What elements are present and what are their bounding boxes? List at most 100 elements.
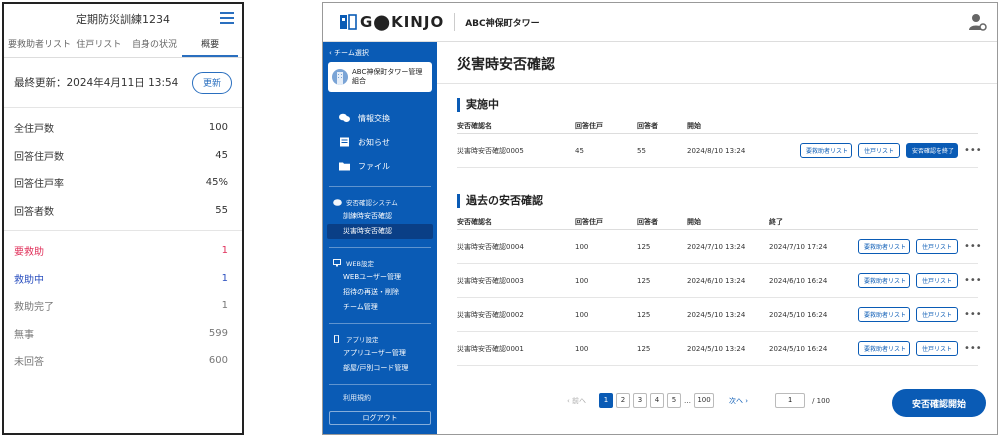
unit-list-button[interactable]: 住戸リスト [916,239,958,254]
stat-row: 回答者数 55 [4,197,242,225]
column-header: 開始 [687,121,701,130]
status-label: 救助中 [14,274,44,286]
cell-respondents: 125 [637,310,651,319]
row-actions: 要救助者リスト 住戸リスト ••• [858,239,982,254]
sidebar-item-notices[interactable]: お知らせ [323,130,437,154]
rescue-list-button[interactable]: 要救助者リスト [858,341,910,356]
section-title-past: 過去の安否確認 [457,194,997,208]
more-options-icon[interactable]: ••• [964,309,982,320]
tab-overview[interactable]: 概要 [182,34,238,57]
logout-button[interactable]: ログアウト [329,411,431,425]
cell-responded-units: 100 [575,242,589,251]
column-header: 安否確認名 [457,217,492,226]
row-actions: 要救助者リスト 住戸リスト ••• [858,273,982,288]
tab-rescue-list[interactable]: 要救助者リスト [8,34,71,57]
sidebar-item-drill-safety[interactable]: 訓練時安否確認 [323,209,437,224]
desktop-screen: G⬤KINJO ABC神保町タワー ‹ チーム選択 ABC神保町タワー管理組合 … [322,2,998,435]
team-name: ABC神保町タワー管理組合 [352,68,423,85]
tab-my-status[interactable]: 自身の状況 [127,34,183,57]
team-select-link[interactable]: ‹ チーム選択 [323,42,437,62]
group-app-settings: アプリ設定 [323,332,437,346]
prev-page-link[interactable]: ‹ 前へ [567,396,586,406]
sidebar-item-files[interactable]: ファイル [323,154,437,178]
cell-name: 災害時安否確認0001 [457,344,524,353]
sidebar-item-invites[interactable]: 招待の再送・削除 [323,285,437,300]
more-options-icon[interactable]: ••• [964,343,982,354]
stat-value: 55 [215,204,228,216]
status-value: 600 [208,355,228,367]
sidebar-item-info-exchange[interactable]: 情報交換 [323,106,437,130]
mobile-screen: 定期防災訓練1234 要救助者リスト 住戸リスト 自身の状況 概要 最終更新：2… [2,2,244,435]
sidebar-item-app-users[interactable]: アプリユーザー管理 [323,346,437,361]
status-value: 599 [208,327,228,339]
stat-label: 回答者数 [14,206,54,218]
cell-end: 2024/7/10 17:24 [769,242,828,251]
cell-respondents: 125 [637,242,651,251]
cell-respondents: 125 [637,344,651,353]
row-actions: 要救助者リスト 住戸リスト 安否確認を終了 ••• [800,143,982,158]
page-button[interactable]: 4 [650,393,665,408]
sidebar-item-web-users[interactable]: WEBユーザー管理 [323,270,437,285]
group-web-settings: WEB設定 [323,256,437,270]
next-page-link[interactable]: 次へ › [729,396,748,406]
cell-start: 2024/5/10 13:24 [687,344,746,353]
main-content: 災害時安否確認 実施中 安否確認名 回答住戸 回答者 開始 災害時安否確認000… [437,42,997,434]
page-button[interactable]: 5 [667,393,682,408]
chat-bubbles-icon [339,113,350,122]
page-title: 災害時安否確認 [437,42,997,84]
cloud-check-icon [333,199,342,206]
more-options-icon[interactable]: ••• [964,241,982,252]
team-avatar [332,69,348,85]
status-row-rescuing: 救助中 1 [4,265,242,293]
cell-name: 災害時安否確認0004 [457,242,524,251]
terms-link[interactable]: 利用規約 [323,393,437,407]
cell-name: 災害時安否確認0003 [457,276,524,285]
stat-row: 全住戸数 100 [4,114,242,142]
building-logo-icon [340,14,357,30]
rescue-list-button[interactable]: 要救助者リスト [858,307,910,322]
phone-gear-icon [334,335,339,343]
stat-value: 45 [215,149,228,161]
table-header: 安否確認名 回答住戸 回答者 開始 終了 [457,214,978,230]
team-card[interactable]: ABC神保町タワー管理組合 [328,62,432,92]
rescue-list-button[interactable]: 要救助者リスト [858,273,910,288]
tab-unit-list[interactable]: 住戸リスト [71,34,127,57]
refresh-button[interactable]: 更新 [192,71,232,94]
stat-value: 100 [208,122,228,134]
column-header: 終了 [769,217,783,226]
user-settings-icon[interactable] [967,12,987,32]
status-value: 1 [221,245,228,257]
status-row-needs-rescue: 要救助 1 [4,237,242,265]
unit-list-button[interactable]: 住戸リスト [916,273,958,288]
start-safety-check-button[interactable]: 安否確認開始 [892,389,986,417]
sidebar-item-room-codes[interactable]: 部屋/戸別コード管理 [323,361,437,376]
page-button[interactable]: 100 [694,393,715,408]
drill-title: 定期防災訓練1234 [76,13,170,26]
gokinjo-logo[interactable]: G⬤KINJO [339,13,444,31]
cell-start: 2024/7/10 13:24 [687,242,746,251]
end-safety-check-button[interactable]: 安否確認を終了 [906,143,958,158]
cell-start: 2024/8/10 13:24 [687,146,746,155]
cell-name: 災害時安否確認0002 [457,310,524,319]
sidebar-item-disaster-safety[interactable]: 災害時安否確認 [327,224,433,239]
page-jump-input[interactable] [775,393,806,408]
sidebar-item-label: ファイル [358,161,390,171]
page-button[interactable]: 1 [599,393,614,408]
table-row: 災害時安否確認0002 100 125 2024/5/10 13:24 2024… [457,298,982,332]
sidebar-item-team-management[interactable]: チーム管理 [323,300,437,315]
unit-list-button[interactable]: 住戸リスト [916,341,958,356]
divider [329,247,431,248]
cell-end: 2024/6/10 16:24 [769,276,828,285]
more-options-icon[interactable]: ••• [964,275,982,286]
rescue-list-button[interactable]: 要救助者リスト [800,143,852,158]
divider [454,13,456,31]
hamburger-menu-icon[interactable] [220,12,234,24]
unit-list-button[interactable]: 住戸リスト [916,307,958,322]
status-row-no-answer: 未回答 600 [4,347,242,375]
cell-respondents: 125 [637,276,651,285]
more-options-icon[interactable]: ••• [964,145,982,156]
page-button[interactable]: 2 [616,393,631,408]
rescue-list-button[interactable]: 要救助者リスト [858,239,910,254]
page-button[interactable]: 3 [633,393,648,408]
unit-list-button[interactable]: 住戸リスト [858,143,900,158]
